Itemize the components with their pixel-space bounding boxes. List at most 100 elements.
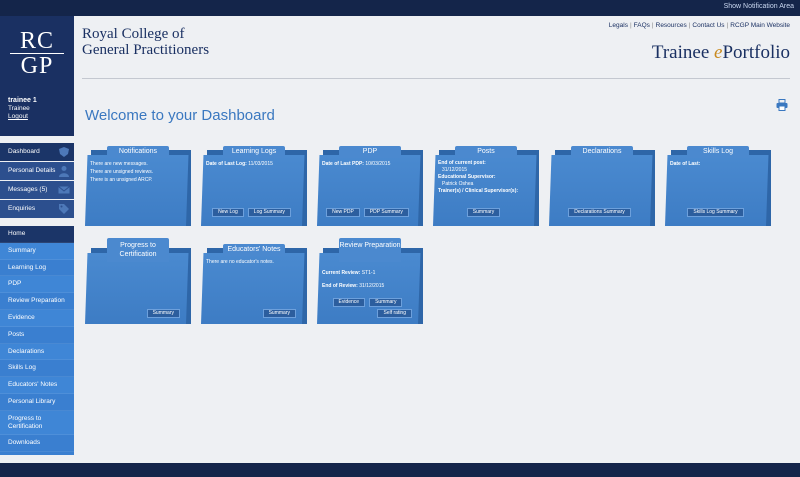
end-of-post-date: 31/12/2015 (442, 167, 468, 173)
nav-review-preparation[interactable]: Review Preparation (0, 293, 74, 310)
header-divider (82, 78, 790, 79)
current-review-value: ST1-1 (361, 270, 376, 276)
date-of-last-label: Date of Last: (670, 161, 701, 167)
envelope-icon (58, 186, 70, 194)
legals-link[interactable]: Legals (609, 22, 628, 29)
logo-line-2: GP (20, 53, 54, 79)
nav-messages-label: Messages (5) (8, 186, 48, 193)
progress-summary-button[interactable]: Summary (146, 309, 180, 318)
notification-line[interactable]: There are unsigned reviews. (90, 168, 184, 176)
logout-link[interactable]: Logout (8, 113, 74, 121)
nav-personal-library[interactable]: Personal Library (0, 394, 74, 411)
logo-line-1: RC (19, 28, 54, 54)
end-of-review-date: 31/12/2015 (359, 283, 385, 289)
nav-skills-log[interactable]: Skills Log (0, 360, 74, 378)
nav-home[interactable]: Home (0, 226, 74, 243)
learning-logs-card: Learning Logs Date of Last Log: 11/03/20… (201, 146, 307, 226)
notification-line[interactable]: There is an unsigned ARCP. (90, 176, 184, 184)
review-preparation-card: Review Preparation Current Review: ST1-1… (317, 238, 423, 324)
no-notes-text: There are no educator's notes. (206, 259, 274, 265)
skills-log-summary-button[interactable]: Skills Log Summary (687, 208, 744, 217)
show-notification-area-link[interactable]: Show Notification Area (724, 3, 794, 10)
declarations-summary-button[interactable]: Declarations Summary (568, 208, 631, 217)
progress-to-certification-card: Progress to Certification Summary (85, 238, 191, 324)
declarations-card: Declarations Declarations Summary (549, 146, 655, 226)
card-buttons: Self rating (317, 309, 418, 318)
card-buttons: Summary (433, 208, 534, 217)
faqs-link[interactable]: FAQs (634, 22, 650, 29)
new-pdp-button[interactable]: New PDP (326, 208, 360, 217)
card-buttons: Evidence Summary (317, 298, 418, 307)
end-of-review-label: End of Review: (322, 283, 358, 289)
evidence-button[interactable]: Evidence (332, 298, 366, 307)
user-role: Trainee (8, 105, 30, 112)
brand-prefix: Trainee (651, 42, 714, 63)
pdp-card: PDP Date of Last PDP: 10/03/2015 New PDP… (317, 146, 423, 226)
nav-dashboard[interactable]: Dashboard (0, 143, 74, 161)
nav-posts[interactable]: Posts (0, 327, 74, 344)
user-panel: trainee 1 Trainee Logout (0, 92, 74, 136)
card-title: Skills Log (687, 146, 749, 158)
resources-link[interactable]: Resources (656, 22, 687, 29)
card-title: Progress to Certification (107, 238, 169, 262)
end-of-post-label: End of current post: (438, 160, 486, 166)
pdp-summary-button[interactable]: PDP Summary (363, 208, 409, 217)
contact-us-link[interactable]: Contact Us (692, 22, 724, 29)
rcgp-main-website-link[interactable]: RCGP Main Website (730, 22, 790, 29)
card-buttons: New PDP PDP Summary (317, 208, 418, 217)
card-content: End of current post: 31/12/2015 Educatio… (438, 160, 532, 195)
card-title: Notifications (107, 146, 169, 158)
trainer-label: Trainer(s) / Clinical Supervisor(s): (438, 188, 519, 194)
nav-summary[interactable]: Summary (0, 242, 74, 260)
card-title: PDP (339, 146, 401, 158)
card-title: Learning Logs (223, 146, 285, 158)
card-buttons: Summary (85, 309, 186, 318)
nav-messages[interactable]: Messages (5) (0, 181, 74, 199)
print-icon[interactable] (776, 99, 788, 111)
nav-evidence[interactable]: Evidence (0, 309, 74, 327)
posts-card: Posts End of current post: 31/12/2015 Ed… (433, 146, 539, 226)
educators-notes-card: Educators' Notes There are no educator's… (201, 244, 307, 324)
trainee-eportfolio-brand: Trainee ePortfolio (652, 42, 790, 64)
card-content: There are new messages. There are unsign… (90, 160, 184, 184)
card-buttons: Summary (201, 309, 302, 318)
nav-learning-log[interactable]: Learning Log (0, 260, 74, 277)
nav-progress-to-certification[interactable]: Progress to Certification (0, 410, 74, 435)
main-nav: Home Summary Learning Log PDP Review Pre… (0, 226, 74, 455)
notifications-card: Notifications There are new messages. Th… (85, 146, 191, 226)
nav-enquiries[interactable]: Enquiries (0, 200, 74, 218)
review-summary-button[interactable]: Summary (369, 298, 403, 307)
tag-icon (59, 204, 69, 214)
log-summary-button[interactable]: Log Summary (247, 208, 291, 217)
card-content: There are no educator's notes. (206, 258, 300, 266)
last-log-date: 11/03/2015 (248, 161, 273, 167)
current-review-label: Current Review: (322, 270, 361, 276)
nav-declarations[interactable]: Declarations (0, 343, 74, 361)
notification-line[interactable]: There are new messages. (90, 160, 184, 168)
card-title: Declarations (571, 146, 633, 158)
nav-dashboard-label: Dashboard (8, 148, 40, 155)
card-buttons: New Log Log Summary (201, 208, 302, 217)
nav-personal-details[interactable]: Personal Details (0, 162, 74, 180)
nav-personal-details-label: Personal Details (8, 167, 56, 174)
new-log-button[interactable]: New Log (212, 208, 244, 217)
card-content: Date of Last: (670, 160, 764, 168)
college-name: Royal College of General Practitioners (82, 26, 209, 58)
card-title: Educators' Notes (223, 244, 285, 256)
card-title: Review Preparation (339, 238, 401, 262)
card-content: Date of Last PDP: 10/03/2015 (322, 160, 416, 168)
posts-summary-button[interactable]: Summary (466, 208, 501, 217)
educational-supervisor-name: Patrick Oshea (442, 181, 474, 187)
last-pdp-label: Date of Last PDP: (322, 161, 364, 167)
self-rating-button[interactable]: Self rating (377, 309, 412, 318)
brand-suffix: Portfolio (722, 42, 790, 63)
header-links: Legals | FAQs | Resources | Contact Us | RCGP Ma… (609, 22, 790, 29)
educators-notes-summary-button[interactable]: Summary (262, 309, 296, 318)
nav-enquiries-label: Enquiries (8, 205, 36, 212)
rcgp-logo[interactable]: RC GP (0, 16, 74, 92)
card-title: Posts (455, 146, 517, 158)
nav-downloads[interactable]: Downloads (0, 435, 74, 452)
educational-supervisor-label: Educational Supervisor: (438, 174, 496, 180)
nav-educators-notes[interactable]: Educators' Notes (0, 377, 74, 394)
nav-pdp[interactable]: PDP (0, 276, 74, 294)
